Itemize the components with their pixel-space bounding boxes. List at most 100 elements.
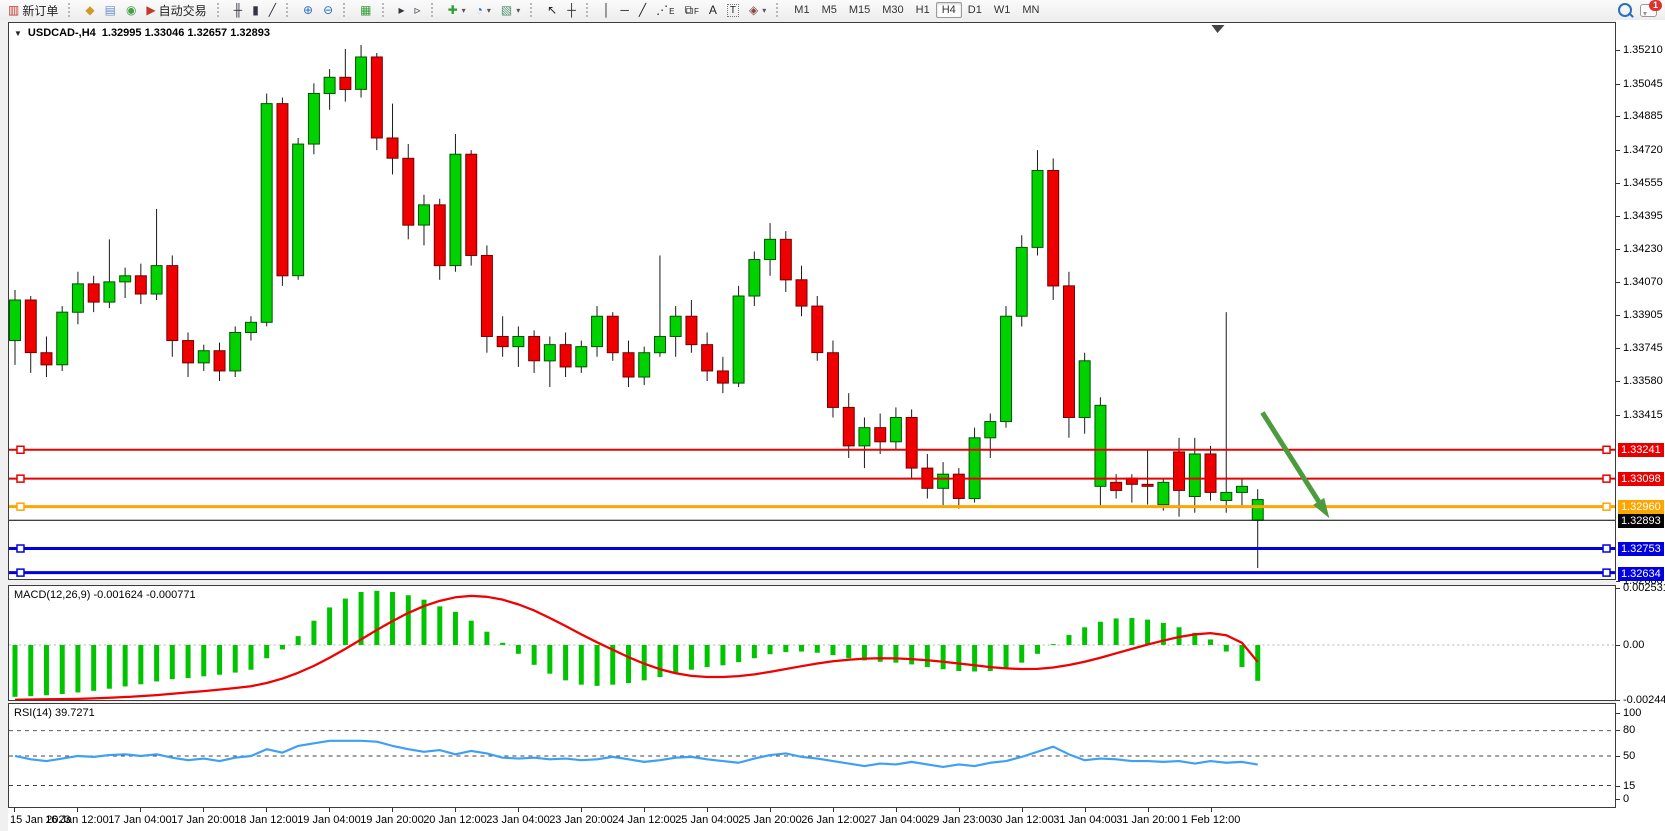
candle-body [198, 351, 209, 363]
candle-body [41, 353, 52, 365]
crosshair-icon[interactable]: ┼ [562, 2, 581, 18]
axis-tick [1616, 348, 1620, 349]
fibonacci-icon[interactable]: ⋰E [651, 2, 679, 18]
candle-body [906, 417, 917, 468]
chevron-down-icon[interactable]: ▾ [762, 6, 766, 15]
channels-icon[interactable]: ⧉F [679, 2, 703, 18]
text-label-icon[interactable]: T [722, 2, 744, 19]
candlestick-chart-icon[interactable]: ▮ [247, 2, 264, 18]
zoom-out-icon[interactable]: ⊖ [318, 2, 338, 18]
macd-label: MACD(12,26,9) -0.001624 -0.000771 [14, 589, 196, 601]
candle-body [544, 345, 555, 361]
candle-body [938, 474, 949, 488]
one-click-trading-toggle[interactable]: ▼ [14, 29, 22, 38]
timeframe-m15[interactable]: M15 [843, 2, 876, 18]
vertical-line-icon[interactable]: │ [598, 2, 616, 18]
time-axis-label: 29 Jan 23:00 [927, 814, 991, 826]
candle-body [481, 255, 492, 336]
trendline-icon[interactable]: ╱ [634, 2, 651, 18]
charts-icon[interactable]: ◆ [80, 2, 99, 18]
add-indicator-icon[interactable]: ✚▾ [443, 2, 471, 18]
bar-chart-icon[interactable]: ╫ [229, 2, 248, 18]
price-axis-label: 1.33580 [1623, 374, 1663, 388]
time-axis[interactable]: 15 Jan 202316 Jan 12:0017 Jan 04:0017 Ja… [8, 808, 1616, 831]
time-axis-tick [1211, 808, 1212, 812]
chevron-down-icon[interactable]: ▾ [487, 6, 491, 15]
macd-histogram-bar [107, 645, 112, 689]
candle-body [120, 276, 131, 282]
candle-body [324, 77, 335, 93]
timeframe-w1[interactable]: W1 [988, 2, 1017, 18]
timeframe-d1[interactable]: D1 [962, 2, 988, 18]
navigator-icon[interactable]: ▹ [410, 2, 426, 18]
candle-body [371, 57, 382, 138]
line-handle [1603, 475, 1610, 482]
price-axis[interactable]: 1.352101.350451.348851.347201.345551.343… [1616, 20, 1665, 831]
toolbar-separator [68, 3, 75, 17]
time-axis-tick [518, 808, 519, 812]
notifications-icon[interactable]: 1 [1640, 4, 1657, 17]
candle-body [1142, 484, 1153, 486]
candle-body [277, 104, 288, 276]
channels-icon-sub: F [694, 7, 699, 16]
time-axis-label: 24 Jan 12:00 [612, 814, 676, 826]
time-axis-label: 16 Jan 12:00 [45, 814, 109, 826]
candle-body [796, 280, 807, 306]
templates-icon[interactable]: ▧▾ [496, 2, 525, 18]
timeframe-h4[interactable]: H4 [936, 2, 962, 18]
zoom-in-icon[interactable]: ⊕ [298, 2, 318, 18]
chevron-down-icon[interactable]: ▾ [516, 6, 520, 15]
macd-histogram-bar [217, 645, 222, 675]
horizontal-line-icon[interactable]: ─ [615, 2, 634, 18]
candle-body [151, 266, 162, 294]
macd-histogram-bar [484, 632, 489, 645]
text-icon[interactable]: A [704, 2, 722, 18]
timeframe-m1[interactable]: M1 [788, 2, 815, 18]
data-window-icon[interactable]: ▸ [394, 2, 410, 18]
macd-histogram-bar [972, 645, 977, 672]
axis-tick [1616, 249, 1620, 250]
toolbar-separator [217, 3, 224, 17]
axis-tick [1616, 282, 1620, 283]
cursor-icon[interactable]: ↖ [542, 2, 562, 18]
market-watch-icon[interactable]: ◉ [121, 2, 141, 18]
toolbar-group: ◆▤◉▶自动交易 [77, 0, 214, 20]
toolbar-separator [431, 3, 438, 17]
tile-windows-icon[interactable]: ▦ [355, 2, 376, 18]
candle-body [9, 300, 20, 341]
timeframe-h1[interactable]: H1 [910, 2, 936, 18]
candle-body [25, 300, 36, 353]
autotrading-button[interactable]: ▶自动交易 [141, 0, 211, 21]
axis-tick [1616, 730, 1620, 731]
toolbar-group: ▦ [352, 0, 379, 20]
line-chart-icon[interactable]: ╱ [264, 2, 281, 18]
macd-histogram-bar [343, 599, 348, 645]
candle-body [1032, 170, 1043, 247]
zoom-out-icon: ⊖ [323, 4, 333, 16]
price-axis-label: 1.34395 [1623, 209, 1663, 223]
timeframe-mn[interactable]: MN [1016, 2, 1045, 18]
price-pane: ▼ USDCAD-,H4 1.32995 1.33046 1.32657 1.3… [8, 22, 1616, 580]
macd-histogram-bar [1004, 645, 1009, 668]
periods-icon[interactable]: ◔▾ [471, 2, 496, 18]
macd-histogram-bar [626, 645, 631, 683]
candle-body [843, 407, 854, 445]
macd-chart-canvas[interactable] [9, 586, 1615, 700]
candle-body [340, 77, 351, 89]
rsi-axis-label: 15 [1623, 779, 1635, 793]
search-icon[interactable] [1618, 3, 1632, 17]
rsi-chart-canvas[interactable] [9, 704, 1615, 807]
price-chart-canvas[interactable] [9, 23, 1615, 579]
arrows-icon[interactable]: ◈▾ [744, 2, 771, 18]
time-axis-tick [77, 808, 78, 812]
timeframe-m30[interactable]: M30 [876, 2, 909, 18]
new-order-button[interactable]: ▥新订单 [3, 0, 63, 21]
time-axis-label: 17 Jan 04:00 [108, 814, 172, 826]
chevron-down-icon[interactable]: ▾ [462, 6, 466, 15]
candle-body [1048, 170, 1059, 285]
profiles-icon[interactable]: ▤ [100, 2, 121, 18]
timeframe-m5[interactable]: M5 [816, 2, 843, 18]
candle-body [623, 353, 634, 377]
macd-histogram-bar [469, 621, 474, 645]
macd-axis-label: -0.002448 [1623, 693, 1665, 707]
